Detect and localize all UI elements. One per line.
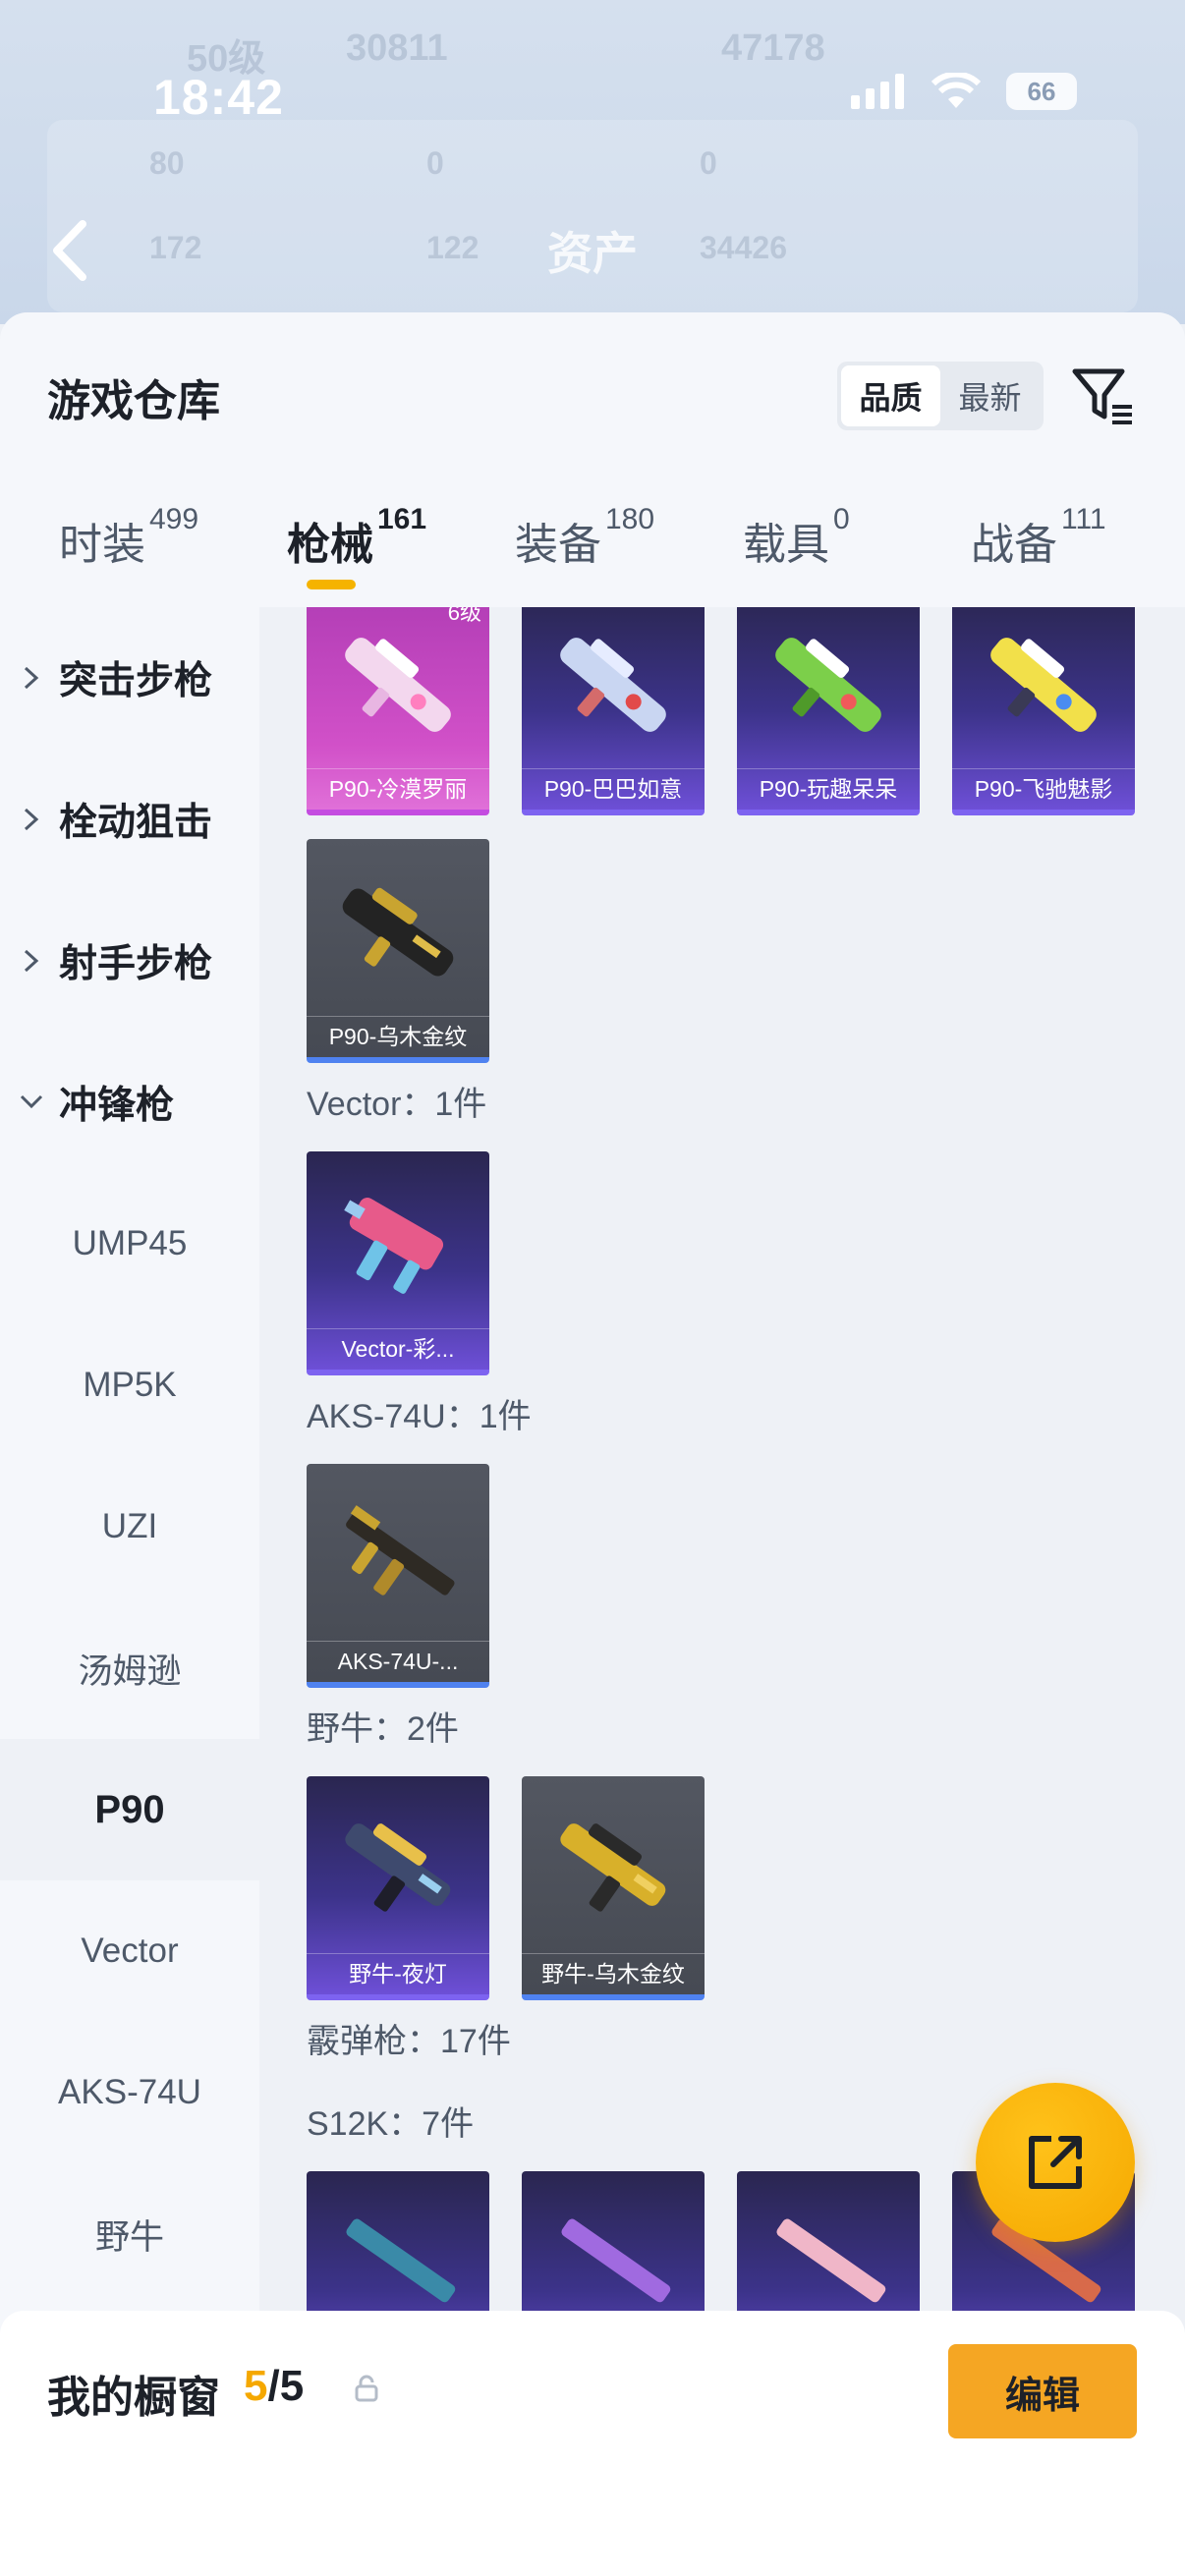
wifi-icon <box>931 73 981 108</box>
tab-vehicles[interactable]: 载具0 <box>743 503 850 572</box>
status-icons: 66 <box>851 73 1077 110</box>
group-title-shotgun: 霰弹枪：17件 <box>307 2023 511 2060</box>
skin-card[interactable]: Vector-彩... <box>307 1151 489 1375</box>
showcase-title: 我的橱窗 <box>47 2374 220 2422</box>
skin-card[interactable]: P90-巴巴如意 <box>522 607 705 815</box>
subcategory-vector[interactable]: Vector <box>0 1880 259 2022</box>
weapon-category-list: 突击步枪 栓动狙击 射手步枪 冲锋枪 UMP45 MP5K UZI 汤姆逊 P9… <box>0 607 259 2336</box>
gun-image <box>342 887 454 977</box>
category-tabs: 时装499 枪械161 装备180 载具0 战备111 <box>0 503 1185 607</box>
subcategory-bison[interactable]: 野牛 <box>0 2163 259 2305</box>
skin-name: 野牛-夜灯 <box>307 1953 489 1994</box>
tab-firearms[interactable]: 枪械161 <box>287 503 426 572</box>
skin-grid: 6级 P90-冷漠罗丽 P90-巴巴如意 P90-玩趣呆呆 P90-飞驰魅影 P… <box>259 607 1185 2336</box>
skin-name: P90-乌木金纹 <box>307 1016 489 1057</box>
skin-name: P90-巴巴如意 <box>522 768 705 810</box>
status-time: 18:42 <box>153 70 284 125</box>
sort-toggle: 品质 最新 <box>837 362 1044 430</box>
skin-name: 野牛-乌木金纹 <box>522 1953 705 1994</box>
share-button[interactable] <box>976 2083 1135 2242</box>
skin-card[interactable]: AKS-74U-... <box>307 1464 489 1688</box>
skin-name: AKS-74U-... <box>307 1641 489 1682</box>
group-title-bison: 野牛：2件 <box>307 1710 459 1748</box>
showcase-count: 5/5 <box>244 2362 305 2410</box>
sort-quality-button[interactable]: 品质 <box>841 365 940 426</box>
gun-image <box>560 1823 666 1912</box>
gun-image <box>560 638 666 732</box>
sheet-header: 游戏仓库 品质 最新 时装499 枪械161 装备180 载具0 战备111 <box>0 312 1185 607</box>
skin-card[interactable]: 6级 P90-冷漠罗丽 <box>307 607 489 815</box>
battery-indicator: 66 <box>1006 73 1077 110</box>
subcategory-aks74u[interactable]: AKS-74U <box>0 2022 259 2163</box>
skin-name: P90-飞驰魅影 <box>952 768 1135 810</box>
sheet-title: 游戏仓库 <box>47 377 220 425</box>
profile-backdrop: 50级 30811 47178 80 0 0 172 122 34426 18:… <box>0 0 1185 324</box>
skin-card[interactable]: P90-飞驰魅影 <box>952 607 1135 815</box>
skin-card[interactable]: P90-乌木金纹 <box>307 839 489 1063</box>
subcategory-mp5k[interactable]: MP5K <box>0 1315 259 1456</box>
sort-newest-button[interactable]: 最新 <box>940 365 1040 426</box>
skin-name: Vector-彩... <box>307 1328 489 1370</box>
gun-image <box>346 1505 455 1596</box>
subcategory-ump45[interactable]: UMP45 <box>0 1173 259 1315</box>
skin-card[interactable]: P90-玩趣呆呆 <box>737 607 920 815</box>
skin-name: P90-玩趣呆呆 <box>737 768 920 810</box>
nav-title: 资产 <box>547 228 638 279</box>
chevron-down-icon <box>20 1094 43 1109</box>
chevron-right-icon <box>24 808 39 831</box>
active-tab-indicator <box>307 580 356 589</box>
chevron-right-icon <box>24 666 39 690</box>
gun-image <box>345 638 451 732</box>
share-icon <box>1029 2136 1082 2189</box>
group-title-vector: Vector：1件 <box>307 1086 487 1123</box>
gun-image <box>775 638 881 732</box>
category-marksman-rifle[interactable]: 射手步枪 <box>0 890 259 1032</box>
subcategory-uzi[interactable]: UZI <box>0 1456 259 1597</box>
signal-icon <box>851 74 904 109</box>
filter-icon[interactable] <box>1069 362 1138 430</box>
warehouse-sheet: 游戏仓库 品质 最新 时装499 枪械161 装备180 载具0 战备111 突… <box>0 312 1185 2576</box>
skin-card[interactable]: 野牛-乌木金纹 <box>522 1776 705 2000</box>
category-assault-rifle[interactable]: 突击步枪 <box>0 607 259 749</box>
skin-card[interactable]: 野牛-夜灯 <box>307 1776 489 2000</box>
lock-icon <box>355 2375 378 2402</box>
stats-card: 80 0 0 172 122 34426 <box>47 120 1138 312</box>
tab-supplies[interactable]: 战备111 <box>971 503 1106 572</box>
score-ghost: 47178 <box>721 28 825 69</box>
gun-image <box>990 638 1097 732</box>
tab-equipment[interactable]: 装备180 <box>515 503 654 572</box>
chevron-right-icon <box>24 949 39 973</box>
gun-image <box>344 1198 444 1294</box>
edit-button[interactable]: 编辑 <box>948 2344 1137 2438</box>
category-bolt-sniper[interactable]: 栓动狙击 <box>0 749 259 890</box>
tab-fashion[interactable]: 时装499 <box>59 503 198 572</box>
category-smg[interactable]: 冲锋枪 <box>0 1032 259 1173</box>
showcase-bar: 我的橱窗 5/5 编辑 <box>0 2311 1185 2576</box>
group-title-s12k: S12K：7件 <box>307 2105 475 2143</box>
subcategory-thompson[interactable]: 汤姆逊 <box>0 1597 259 1739</box>
gun-image <box>345 1823 451 1912</box>
coins-ghost: 30811 <box>346 28 448 69</box>
group-title-aks74u: AKS-74U：1件 <box>307 1398 532 1435</box>
skin-name: P90-冷漠罗丽 <box>307 768 489 810</box>
subcategory-p90[interactable]: P90 <box>0 1739 259 1880</box>
